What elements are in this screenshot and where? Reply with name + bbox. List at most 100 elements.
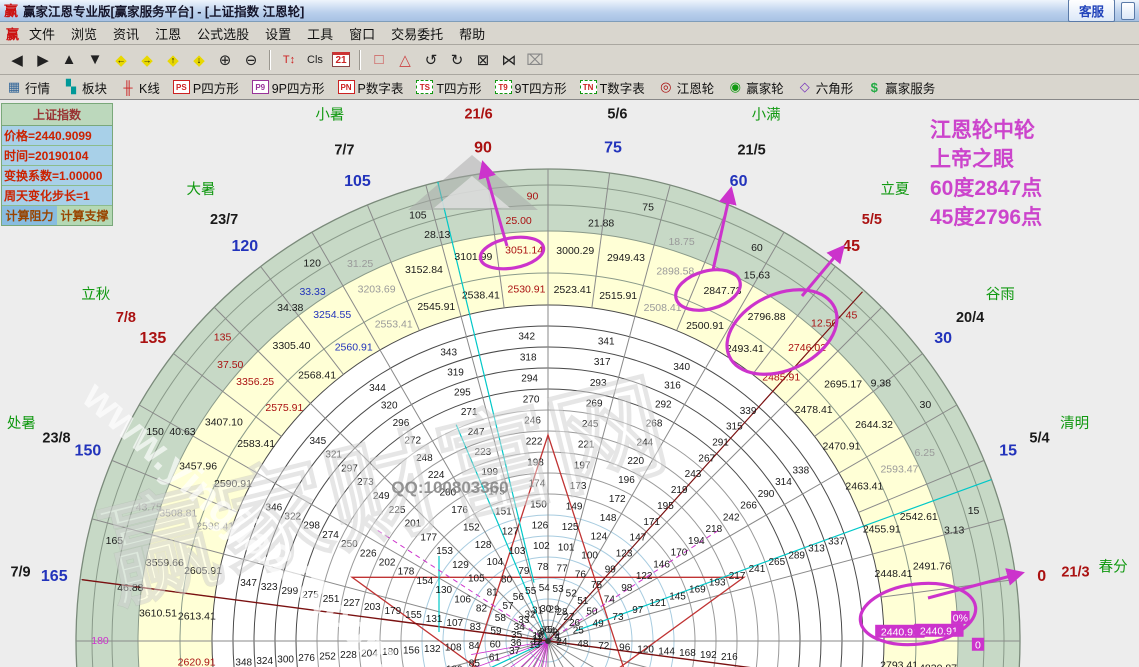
service-button[interactable]: 客服 xyxy=(1067,0,1115,22)
rotate-ccw-tool-icon[interactable]: ↺ xyxy=(419,48,443,72)
svg-text:3.13: 3.13 xyxy=(944,524,965,536)
svg-text:132: 132 xyxy=(424,644,441,655)
svg-text:107: 107 xyxy=(446,618,463,629)
hexagon-icon: ◇ xyxy=(799,79,810,94)
triangle-tool-icon[interactable]: △ xyxy=(393,48,417,72)
menu-item-tools[interactable]: 工具 xyxy=(307,27,333,42)
cls-tool-icon[interactable]: Cls xyxy=(303,48,327,72)
toolbar-item-hexagon[interactable]: ◇ 六角形 xyxy=(797,78,854,97)
nav-up-icon[interactable]: ▲ xyxy=(57,48,81,72)
menu-item-file[interactable]: 文件 xyxy=(29,27,55,42)
svg-text:34.38: 34.38 xyxy=(277,302,303,314)
svg-text:3000.29: 3000.29 xyxy=(556,245,594,257)
toolbar-item-9p-square[interactable]: P9 9P四方形 xyxy=(251,78,325,97)
menu-item-browse[interactable]: 浏览 xyxy=(71,27,97,42)
toolbar-item-9t-square[interactable]: T9 9T四方形 xyxy=(494,78,567,97)
svg-text:3152.84: 3152.84 xyxy=(405,264,443,276)
svg-text:3305.40: 3305.40 xyxy=(272,340,310,352)
svg-text:295: 295 xyxy=(454,387,471,398)
nav-next-icon[interactable]: ▶ xyxy=(31,48,55,72)
pan-right-icon[interactable]: ◆ → xyxy=(135,48,159,72)
center-mark-tool-icon[interactable]: ⋈ xyxy=(497,48,521,72)
rect-tool-icon[interactable]: □ xyxy=(367,48,391,72)
svg-text:99: 99 xyxy=(605,564,617,575)
annotation-line: 上帝之眼 xyxy=(930,148,1014,171)
zoom-out-icon[interactable]: ⊖ xyxy=(239,48,263,72)
svg-text:122: 122 xyxy=(636,571,653,582)
svg-text:55: 55 xyxy=(525,586,537,597)
menu-item-formula-select[interactable]: 公式选股 xyxy=(197,27,249,42)
t-number-table-icon: TN xyxy=(579,80,597,94)
toolbar-item-label: T四方形 xyxy=(436,81,482,96)
toolbar-item-kline[interactable]: ╫ K线 xyxy=(120,78,159,97)
toolbar-item-label: 赢家服务 xyxy=(885,81,936,96)
svg-text:252: 252 xyxy=(319,651,336,662)
updown-tool-icon[interactable]: T↕ xyxy=(277,48,301,72)
app-window: 赢 赢家江恩专业版[赢家服务平台] - [上证指数 江恩轮] 客服 赢 文件 浏览… xyxy=(0,0,1139,667)
nav-down-icon[interactable]: ▼ xyxy=(83,48,107,72)
index-name: 上证指数 xyxy=(2,104,112,126)
toolbar-item-quote[interactable]: ▦ 行情 xyxy=(6,78,50,97)
menu-item-trade[interactable]: 交易委托 xyxy=(391,27,443,42)
box-x-tool-icon[interactable]: ⊠ xyxy=(471,48,495,72)
chart-area[interactable]: 1 2 3 4 5 6 7 8 9 10 11 12 13 24 25 26 27 28 29 30 31 32 33 34 3… xyxy=(0,100,1139,667)
svg-text:106: 106 xyxy=(454,594,471,605)
toolbar-item-p-number-table[interactable]: PN P数字表 xyxy=(337,78,403,97)
svg-text:2500.91: 2500.91 xyxy=(686,320,724,332)
svg-text:120: 120 xyxy=(231,238,258,255)
svg-text:75: 75 xyxy=(604,139,622,156)
svg-text:处暑: 处暑 xyxy=(7,415,36,432)
svg-text:337: 337 xyxy=(828,537,845,548)
svg-text:267: 267 xyxy=(698,453,715,464)
rotate-cw-tool-icon[interactable]: ↻ xyxy=(445,48,469,72)
menu-item-gann[interactable]: 江恩 xyxy=(155,27,181,42)
svg-text:313: 313 xyxy=(808,544,825,555)
svg-text:56: 56 xyxy=(513,592,525,603)
nav-prev-icon[interactable]: ◀ xyxy=(5,48,29,72)
info-row: 变换系数=1.00000 xyxy=(2,166,112,186)
calendar-tool-icon[interactable]: 21 xyxy=(329,48,353,72)
toolbar-item-winner-wheel[interactable]: ◉ 赢家轮 xyxy=(727,78,784,97)
menu-item-settings[interactable]: 设置 xyxy=(265,27,291,42)
menu-item-news[interactable]: 资讯 xyxy=(113,27,139,42)
9t-square-icon: T9 xyxy=(494,80,512,94)
toolbar-item-sector[interactable]: ▚ 板块 xyxy=(63,78,107,97)
svg-text:7/7: 7/7 xyxy=(334,142,354,158)
menu-item-help[interactable]: 帮助 xyxy=(459,27,485,42)
calc-resistance-button[interactable]: 计算阻力 xyxy=(2,206,57,225)
svg-text:25.00: 25.00 xyxy=(505,215,531,227)
svg-text:81: 81 xyxy=(487,587,499,598)
toolbar-item-t-square[interactable]: TS T四方形 xyxy=(416,78,482,97)
svg-text:2508.41: 2508.41 xyxy=(644,302,682,314)
svg-text:5/6: 5/6 xyxy=(607,107,627,123)
svg-text:83: 83 xyxy=(470,622,482,633)
toolbar-item-label: 行情 xyxy=(25,81,51,96)
svg-text:61: 61 xyxy=(489,652,501,663)
9p-square-icon: P9 xyxy=(251,80,269,94)
pan-up-icon[interactable]: ◆ ↑ xyxy=(161,48,185,72)
svg-text:108: 108 xyxy=(445,643,462,654)
pan-down-icon[interactable]: ◆ ↓ xyxy=(187,48,211,72)
toolbar-item-gann-wheel[interactable]: ◎ 江恩轮 xyxy=(658,78,714,97)
svg-text:180: 180 xyxy=(91,635,109,647)
menu-item-window[interactable]: 窗口 xyxy=(349,27,375,42)
partial-button[interactable] xyxy=(1121,1,1135,20)
svg-text:241: 241 xyxy=(749,564,766,575)
svg-text:135: 135 xyxy=(214,332,232,344)
svg-text:82: 82 xyxy=(476,604,488,615)
svg-text:265: 265 xyxy=(768,557,785,568)
svg-text:146: 146 xyxy=(653,559,670,570)
svg-text:2523.41: 2523.41 xyxy=(554,284,592,296)
toolbar-item-p-square[interactable]: PS P四方形 xyxy=(172,78,239,97)
pan-left-icon[interactable]: ◆ ← xyxy=(109,48,133,72)
gann-wheel-icon: ◎ xyxy=(660,79,672,94)
calc-support-button[interactable]: 计算支撑 xyxy=(57,206,112,225)
titlebar[interactable]: 赢 赢家江恩专业版[赢家服务平台] - [上证指数 江恩轮] 客服 xyxy=(0,0,1139,22)
toolbar-item-winner-service[interactable]: $ 赢家服务 xyxy=(866,78,936,97)
p-number-table-icon: PN xyxy=(337,80,355,94)
toolbar-item-t-number-table[interactable]: TN T数字表 xyxy=(579,78,645,97)
svg-text:73: 73 xyxy=(612,612,624,623)
zoom-in-icon[interactable]: ⊕ xyxy=(213,48,237,72)
clear-tool-icon[interactable]: ⌧ xyxy=(523,48,547,72)
svg-text:75: 75 xyxy=(591,580,603,591)
